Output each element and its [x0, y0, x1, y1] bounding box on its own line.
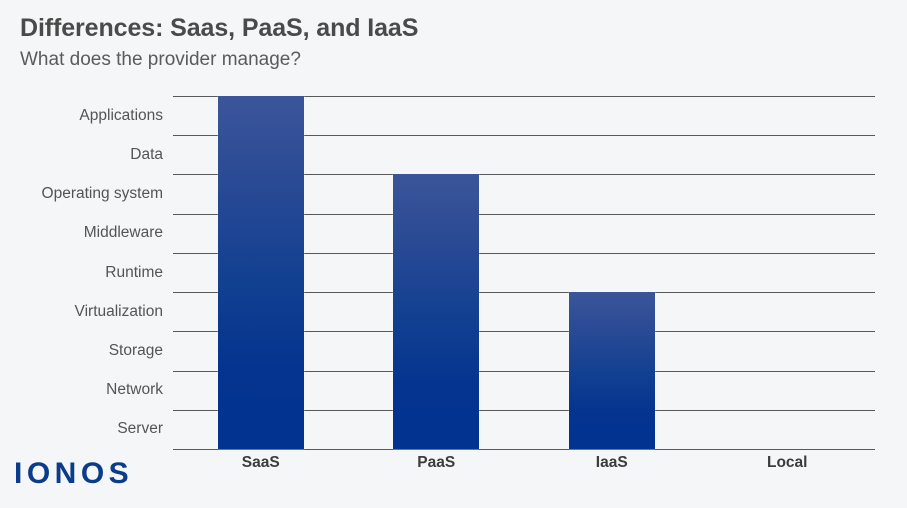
y-axis-tick-label: Applications	[79, 106, 163, 124]
chart-subtitle: What does the provider manage?	[20, 48, 301, 70]
y-axis: Applications Data Operating system Middlewa…	[0, 96, 163, 449]
y-axis-tick-label: Operating system	[41, 185, 163, 203]
chart-plot-area	[173, 96, 875, 450]
gridline	[173, 449, 875, 450]
y-axis-tick-label: Runtime	[105, 263, 163, 281]
x-axis-tick-label-saas: SaaS	[241, 454, 280, 471]
ionos-logo: IONOS	[14, 457, 134, 490]
x-axis-tick-label-paas: PaaS	[417, 454, 456, 471]
y-axis-tick-label: Network	[106, 381, 163, 399]
y-axis-tick-label: Server	[117, 420, 163, 438]
y-axis-tick-label: Virtualization	[74, 302, 163, 320]
bar-iaas[interactable]	[568, 292, 655, 449]
x-axis: SaaS PaaS IaaS Local	[173, 455, 875, 479]
y-axis-tick-label: Data	[130, 145, 163, 163]
bar-paas[interactable]	[393, 174, 480, 449]
page-title: Differences: Saas, PaaS, and IaaS	[20, 14, 419, 42]
bar-saas[interactable]	[217, 96, 304, 449]
y-axis-tick-label: Middleware	[83, 224, 163, 242]
x-axis-tick-label-iaas: IaaS	[595, 454, 628, 471]
y-axis-tick-label: Storage	[108, 341, 163, 359]
chart-header: Differences: Saas, PaaS, and IaaS What d…	[20, 14, 880, 71]
x-axis-tick-label-local: Local	[767, 454, 808, 471]
